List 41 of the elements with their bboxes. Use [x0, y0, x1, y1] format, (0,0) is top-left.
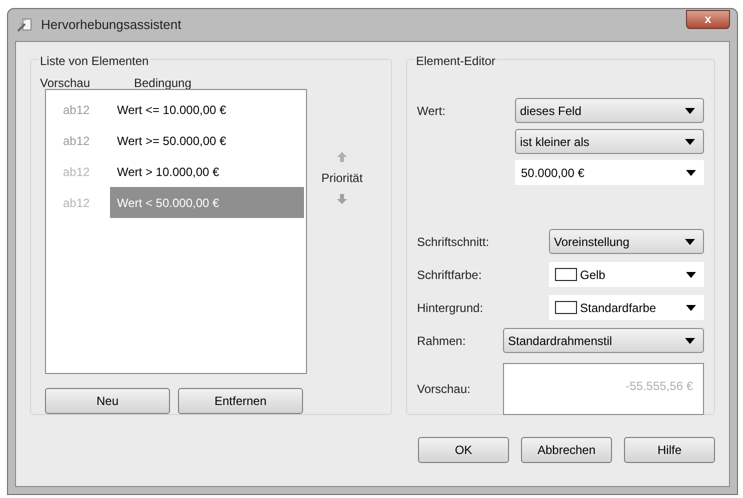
preview-sample: ab12: [62, 102, 91, 118]
field-label: Schriftfarbe:: [417, 268, 482, 282]
dropdown-caret-icon: [686, 304, 696, 310]
dropdown-caret-icon: [685, 238, 695, 244]
up-arrow-icon[interactable]: [337, 152, 347, 162]
dropdown[interactable]: Gelb: [549, 262, 704, 287]
dropdown[interactable]: ist kleiner als: [515, 129, 704, 154]
condition-item[interactable]: Wert <= 10.000,00 €: [110, 100, 304, 118]
priority-label: Priorität: [321, 170, 363, 187]
dropdown-caret-icon: [685, 138, 695, 144]
dropdown[interactable]: Standardfarbe: [549, 295, 704, 320]
dialog-button[interactable]: Abbrechen: [521, 437, 612, 463]
action-button[interactable]: Entfernen: [178, 388, 303, 414]
condition-item[interactable]: Wert > 10.000,00 €: [110, 162, 304, 180]
preview-sample: ab12: [62, 194, 91, 212]
preview-sample: ab12: [62, 132, 91, 150]
dropdown[interactable]: dieses Feld: [515, 98, 704, 123]
preview-sample: ab12: [62, 164, 91, 180]
wand-icon: [17, 17, 33, 33]
dropdown[interactable]: 50.000,00 €: [515, 160, 704, 185]
dropdown[interactable]: Standardrahmenstil: [503, 328, 704, 353]
field-label: Rahmen:: [417, 334, 466, 348]
field-label: Vorschau:: [417, 381, 472, 398]
dropdown-caret-icon: [685, 338, 695, 344]
field-label: Wert:: [417, 104, 446, 118]
window-title: Hervorhebungsassistent: [41, 16, 182, 34]
action-button[interactable]: Neu: [45, 388, 170, 414]
close-button[interactable]: x: [686, 10, 730, 28]
dropdown-caret-icon: [686, 272, 696, 278]
field-label: Hintergrund:: [417, 300, 484, 314]
condition-item[interactable]: Wert >= 50.000,00 €: [110, 132, 304, 150]
dropdown-caret-icon: [685, 108, 695, 114]
dialog-button[interactable]: OK: [418, 437, 509, 463]
preview-text: -55.555,56 €: [626, 378, 693, 395]
column-header: Vorschau: [40, 75, 92, 89]
dialog-button[interactable]: Hilfe: [624, 437, 715, 463]
column-header: Bedingung: [134, 75, 192, 89]
dropdown-caret-icon: [686, 170, 696, 176]
down-arrow-icon[interactable]: [337, 194, 347, 204]
field-label: Schriftschnitt:: [417, 234, 490, 248]
dropdown[interactable]: Voreinstellung: [549, 229, 704, 254]
